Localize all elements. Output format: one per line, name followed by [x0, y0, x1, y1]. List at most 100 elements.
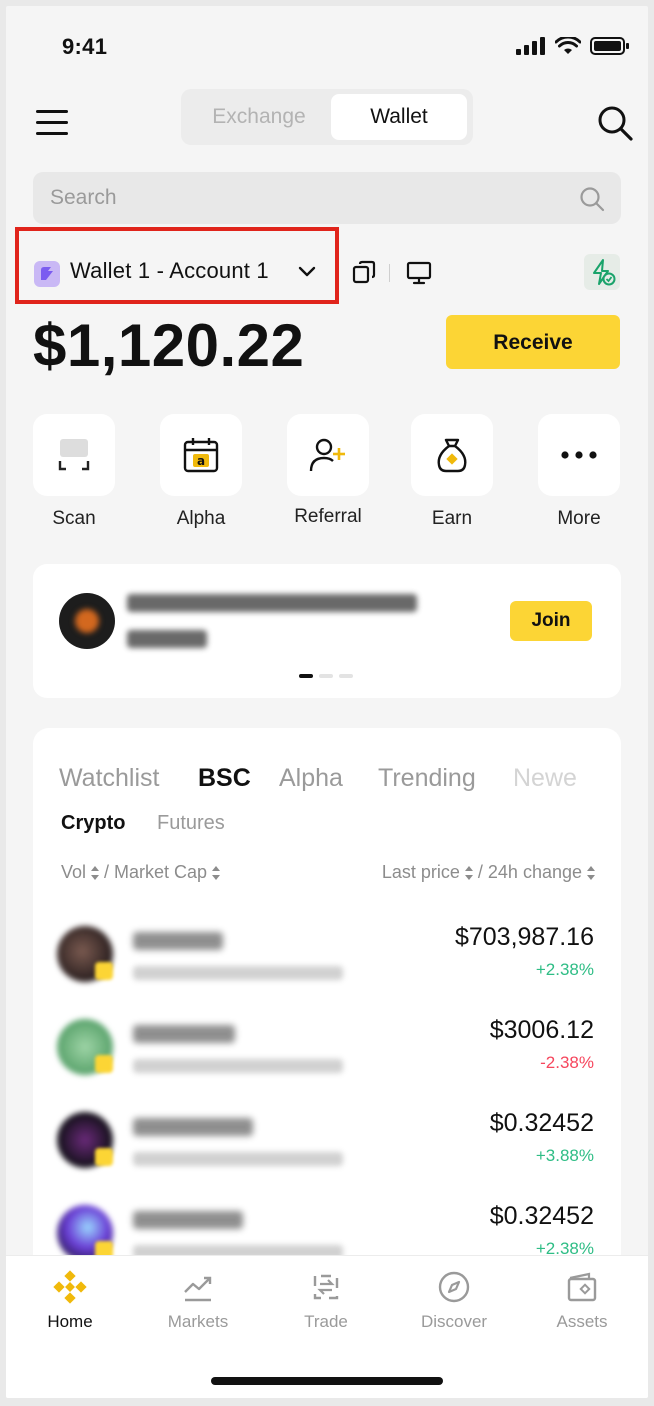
status-time: 9:41 — [62, 34, 108, 59]
nav-label: Home — [47, 1312, 93, 1331]
chain-badge-icon — [95, 1055, 113, 1073]
quick-action-label: More — [557, 508, 601, 529]
account-selector[interactable]: Wallet 1 - Account 1 — [70, 258, 269, 284]
tab-exchange[interactable]: Exchange — [187, 94, 331, 140]
sort-icon — [587, 865, 595, 880]
tab-new[interactable]: Newe — [513, 764, 583, 793]
tab-alpha[interactable]: Alpha — [279, 764, 343, 793]
tab-trending[interactable]: Trending — [378, 764, 476, 793]
subtab-futures[interactable]: Futures — [157, 812, 225, 835]
receive-button[interactable]: Receive — [446, 315, 620, 369]
money-bag-icon — [437, 438, 467, 473]
markets-chart-icon — [184, 1276, 212, 1302]
nav-label: Discover — [420, 1312, 488, 1331]
nav-home[interactable]: Home — [6, 1270, 134, 1332]
quick-action-label: Referral — [294, 506, 362, 527]
token-name-blurred — [133, 1118, 253, 1136]
wifi-icon — [555, 37, 581, 54]
status-icons — [516, 36, 630, 56]
chain-badge-icon — [95, 1148, 113, 1166]
sort-icon — [464, 865, 473, 880]
banner-subtitle-blurred — [127, 630, 207, 648]
search-input[interactable]: Search — [33, 172, 621, 224]
token-change: +3.88% — [535, 1146, 594, 1165]
token-row[interactable]: $703,987.16 +2.38% — [33, 918, 621, 1010]
banner-logo-icon — [59, 593, 115, 649]
tab-wallet[interactable]: Wallet — [331, 94, 467, 140]
col-mcap-label: / Market Cap — [104, 862, 208, 882]
nav-label: Trade — [304, 1312, 348, 1331]
quick-action-earn[interactable] — [411, 414, 493, 496]
token-stats-blurred — [133, 1152, 343, 1166]
phone-screen: 9:41 Exchange Wallet Search Wallet 1 - A… — [6, 6, 648, 1398]
nav-discover[interactable]: Discover — [390, 1270, 518, 1332]
token-stats-blurred — [133, 966, 343, 980]
token-change: +2.38% — [535, 960, 594, 979]
add-user-icon — [309, 438, 345, 472]
token-price: $0.32452 — [489, 1109, 594, 1137]
battery-icon — [590, 37, 629, 55]
banner-title-blurred — [127, 594, 417, 612]
chain-badge-icon — [95, 962, 113, 980]
chevron-down-icon[interactable] — [298, 265, 316, 279]
token-price: $0.32452 — [489, 1202, 594, 1230]
sort-volume-marketcap[interactable]: Vol / Market Cap — [61, 862, 221, 883]
home-diamond-icon — [53, 1270, 87, 1304]
total-balance: $1,120.22 — [33, 312, 305, 379]
token-stats-blurred — [133, 1059, 343, 1073]
token-row[interactable]: $0.32452 +3.88% — [33, 1104, 621, 1196]
search-field-icon — [580, 187, 605, 212]
scan-icon — [58, 439, 90, 471]
copy-icon[interactable] — [352, 260, 376, 284]
menu-icon[interactable] — [36, 110, 68, 136]
flash-check-icon — [593, 259, 616, 286]
carousel-dot — [339, 674, 353, 678]
token-name-blurred — [133, 932, 223, 950]
token-name-blurred — [133, 1025, 235, 1043]
trade-swap-icon — [313, 1274, 339, 1300]
join-button[interactable]: Join — [510, 601, 592, 641]
quick-action-label: Earn — [431, 508, 473, 529]
divider — [389, 264, 390, 282]
search-icon[interactable] — [596, 104, 634, 142]
token-price: $3006.12 — [489, 1016, 594, 1044]
quick-action-scan[interactable] — [33, 414, 115, 496]
sort-price-change[interactable]: Last price / 24h change — [382, 862, 595, 883]
col-vol-label: Vol — [61, 862, 87, 882]
subtab-crypto[interactable]: Crypto — [61, 812, 125, 835]
nav-assets[interactable]: Assets — [518, 1270, 646, 1332]
carousel-dots — [299, 674, 353, 678]
home-indicator — [211, 1377, 443, 1385]
nav-label: Assets — [556, 1312, 608, 1331]
carousel-dot-active — [299, 674, 313, 678]
quick-action-label: Scan — [52, 508, 96, 529]
discover-compass-icon — [438, 1271, 470, 1303]
quick-action-alpha[interactable]: a — [160, 414, 242, 496]
tab-bsc[interactable]: BSC — [198, 764, 251, 793]
assets-wallet-icon — [567, 1272, 597, 1302]
search-placeholder: Search — [50, 186, 117, 209]
token-name-blurred — [133, 1211, 243, 1229]
monitor-icon[interactable] — [406, 260, 432, 286]
quick-action-more[interactable] — [538, 414, 620, 496]
col-price-label: Last price — [381, 862, 460, 882]
tab-watchlist[interactable]: Watchlist — [59, 764, 159, 793]
quick-action-label: Alpha — [176, 508, 226, 529]
token-row[interactable]: $3006.12 -2.38% — [33, 1011, 621, 1103]
more-dots-icon — [561, 451, 597, 459]
token-change: -2.38% — [540, 1053, 594, 1072]
sort-icon — [91, 865, 100, 880]
signal-icon — [516, 37, 545, 55]
carousel-dot — [319, 674, 333, 678]
token-price: $703,987.16 — [454, 923, 594, 951]
col-change-label: / 24h change — [477, 862, 582, 882]
alpha-calendar-icon: a — [183, 438, 219, 473]
promo-banner[interactable]: Join — [33, 564, 621, 698]
nav-markets[interactable]: Markets — [134, 1270, 262, 1332]
wallet-avatar-icon — [34, 261, 60, 287]
flash-security-button[interactable] — [584, 254, 620, 290]
sort-icon — [212, 865, 221, 880]
quick-action-referral[interactable] — [287, 414, 369, 496]
nav-trade[interactable]: Trade — [262, 1270, 390, 1332]
nav-label: Markets — [167, 1312, 229, 1331]
